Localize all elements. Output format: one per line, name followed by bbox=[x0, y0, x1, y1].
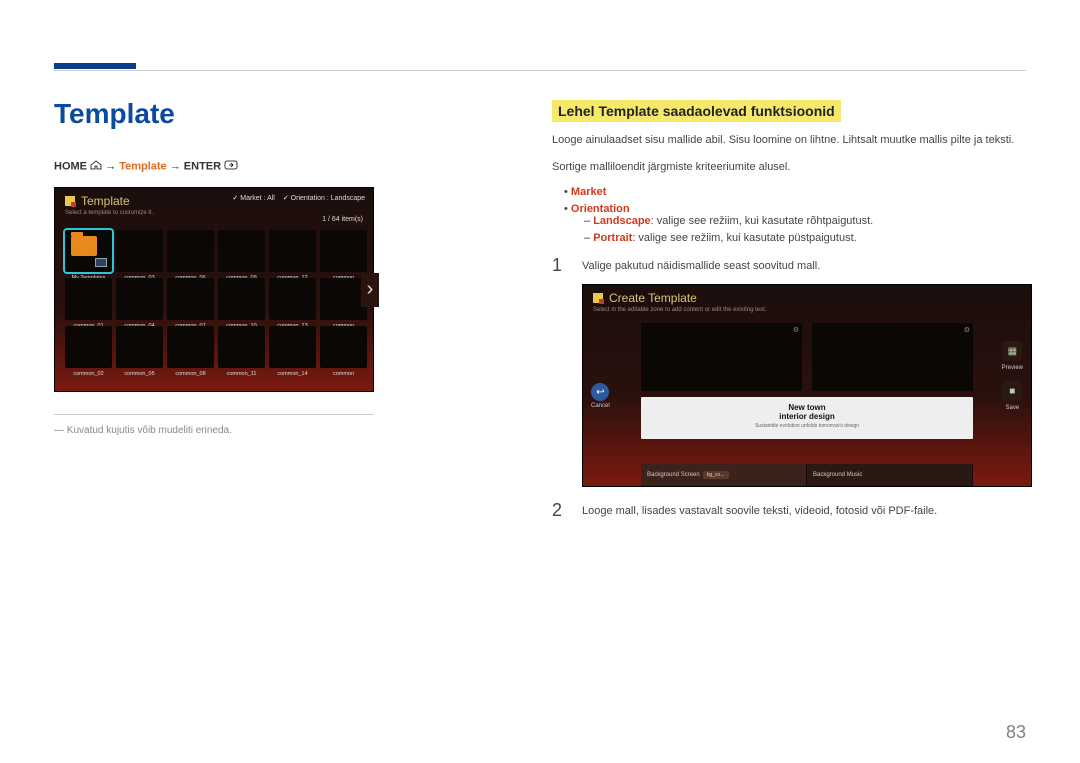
tab-bg-screen: Background Screen bg_co... bbox=[641, 464, 807, 486]
section-title: Lehel Template saadaolevad funktsioonid bbox=[552, 100, 841, 122]
filter-market: Market : All bbox=[232, 194, 274, 202]
cp-line1: New town bbox=[641, 397, 973, 412]
enter-icon bbox=[224, 160, 240, 173]
home-icon bbox=[90, 160, 102, 173]
template-panel-title: Template bbox=[81, 194, 130, 208]
template-count: 1 / 64 item(s) bbox=[322, 216, 363, 223]
tab-bg-music: Background Music bbox=[807, 464, 973, 486]
template-cell: common_11 bbox=[218, 326, 265, 368]
step-2-number: 2 bbox=[552, 501, 566, 519]
create-template-icon bbox=[593, 293, 603, 303]
step-2: 2 Looge mall, lisades vastavalt soovile … bbox=[552, 501, 1030, 519]
breadcrumb: HOME → Template → ENTER bbox=[54, 160, 394, 173]
paragraph-1: Looge ainulaadset sisu mallide abil. Sis… bbox=[552, 132, 1030, 149]
template-cell: common bbox=[320, 278, 367, 320]
gear-icon: ⚙ bbox=[793, 326, 799, 334]
template-cell: common bbox=[320, 326, 367, 368]
page-title: Template bbox=[54, 98, 394, 130]
template-cell: common_08 bbox=[167, 326, 214, 368]
left-column: Template HOME → Template → ENTER Templat… bbox=[54, 98, 394, 436]
cp-thumb-1: ⚙ bbox=[641, 323, 802, 391]
template-screenshot: Template Select a template to customize … bbox=[54, 187, 374, 392]
step-2-text: Looge mall, lisades vastavalt soovile te… bbox=[582, 501, 1030, 517]
breadcrumb-template: Template bbox=[119, 160, 166, 172]
template-cell-my: My Templates bbox=[65, 230, 112, 272]
arrow1: → bbox=[105, 160, 119, 172]
template-cell: common bbox=[320, 230, 367, 272]
cp-main: ⚙ ⚙ bbox=[641, 323, 973, 460]
template-filters: Market : All Orientation : Landscape bbox=[232, 194, 365, 202]
breadcrumb-home: HOME bbox=[54, 160, 87, 172]
arrow2: → bbox=[170, 160, 184, 172]
template-cell: common_10 bbox=[218, 278, 265, 320]
breadcrumb-enter: ENTER bbox=[184, 160, 221, 172]
template-cell: common_09 bbox=[218, 230, 265, 272]
template-cell: common_03 bbox=[116, 230, 163, 272]
cp-line3: Sustainble evolution unfolds tomorrow's … bbox=[641, 421, 973, 429]
sub-landscape: Landscape: valige see režiim, kui kasuta… bbox=[584, 215, 1030, 227]
template-cell: common_06 bbox=[167, 230, 214, 272]
cp-right-buttons: ▦ Preview ■ Save bbox=[1002, 341, 1023, 417]
step-1: 1 Valige pakutud näidismallide seast soo… bbox=[552, 256, 1030, 274]
right-column: Lehel Template saadaolevad funktsioonid … bbox=[552, 100, 1030, 529]
page-top-accent bbox=[54, 63, 136, 69]
template-grid: My Templates common_03 common_06 common_… bbox=[65, 230, 373, 368]
tab-chip: bg_co... bbox=[703, 471, 729, 479]
create-template-subtitle: Select in the editable zone to add conte… bbox=[583, 307, 1031, 317]
create-template-screenshot: Create Template Select in the editable z… bbox=[582, 284, 1032, 487]
template-cell: common_07 bbox=[167, 278, 214, 320]
template-icon bbox=[65, 196, 75, 206]
step-1-text: Valige pakutud näidismallide seast soovi… bbox=[582, 256, 1030, 272]
bullet-list: Market Orientation Landscape: valige see… bbox=[564, 186, 1030, 244]
template-cell: common_04 bbox=[116, 278, 163, 320]
cp-text-area: New town interior design Sustainble evol… bbox=[641, 397, 973, 439]
gear-icon: ⚙ bbox=[964, 326, 970, 334]
separator bbox=[54, 414, 374, 415]
template-cell: common_14 bbox=[269, 326, 316, 368]
sub-portrait: Portrait: valige see režiim, kui kasutat… bbox=[584, 232, 1030, 244]
cp-left-buttons: ↩ Cancel bbox=[591, 383, 610, 409]
cp-line2: interior design bbox=[641, 412, 973, 421]
template-cell: common_12 bbox=[269, 230, 316, 272]
step-1-number: 1 bbox=[552, 256, 566, 274]
template-cell: common_02 bbox=[65, 326, 112, 368]
preview-label: Preview bbox=[1002, 365, 1023, 371]
sub-bullet-list: Landscape: valige see režiim, kui kasuta… bbox=[584, 215, 1030, 244]
cancel-label: Cancel bbox=[591, 403, 610, 409]
create-template-title: Create Template bbox=[609, 291, 697, 305]
cp-tabs: Background Screen bg_co... Background Mu… bbox=[641, 464, 973, 486]
footnote: Kuvatud kujutis võib mudeliti erineda. bbox=[54, 425, 394, 436]
template-cell: common_05 bbox=[116, 326, 163, 368]
bullet-orientation: Orientation Landscape: valige see režiim… bbox=[564, 203, 1030, 244]
paragraph-2: Sortige malliloendit järgmiste kriteeriu… bbox=[552, 159, 1030, 176]
page-top-rule bbox=[54, 70, 1026, 71]
preview-icon: ▦ bbox=[1002, 341, 1022, 361]
bullet-market: Market bbox=[564, 186, 1030, 198]
back-icon: ↩ bbox=[591, 383, 609, 401]
filter-orientation: Orientation : Landscape bbox=[283, 194, 365, 202]
cp-thumb-2: ⚙ bbox=[812, 323, 973, 391]
page-number: 83 bbox=[1006, 722, 1026, 743]
save-icon: ■ bbox=[1002, 381, 1022, 401]
template-cell: common_01 bbox=[65, 278, 112, 320]
save-label: Save bbox=[1005, 405, 1019, 411]
template-cell: common_13 bbox=[269, 278, 316, 320]
next-arrow-icon: › bbox=[361, 273, 379, 307]
